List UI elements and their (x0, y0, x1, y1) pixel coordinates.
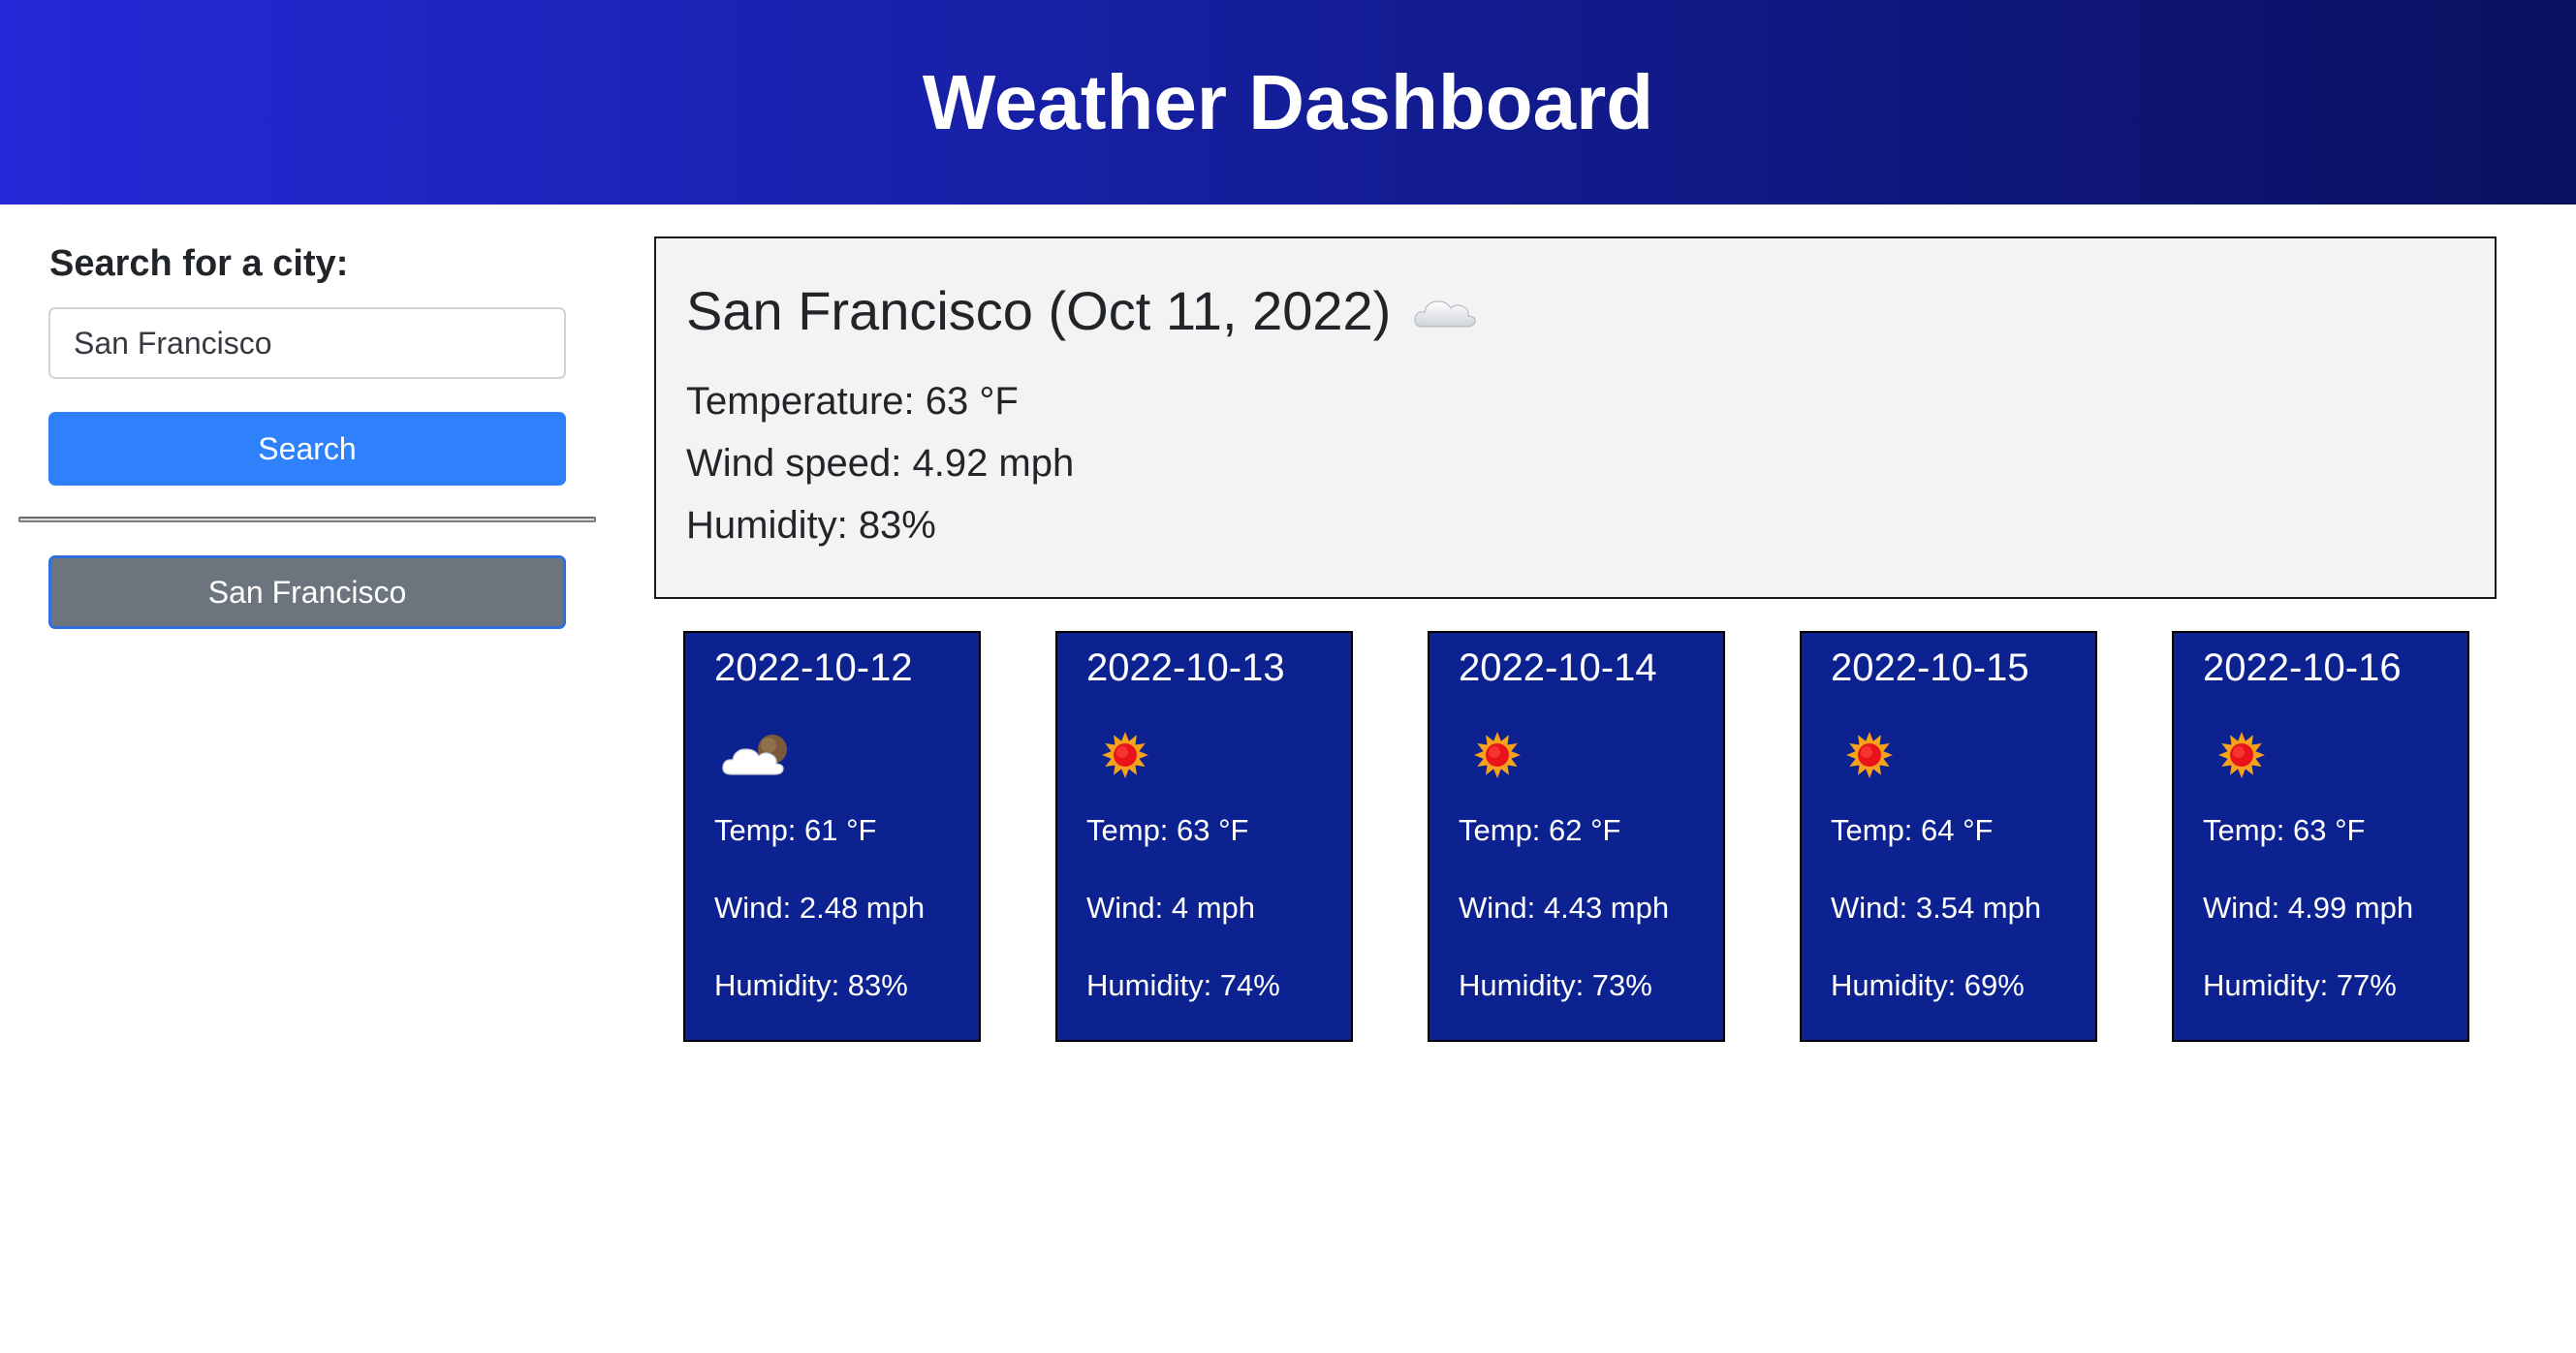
sidebar-divider (18, 517, 596, 522)
page-title: Weather Dashboard (922, 58, 1654, 145)
forecast-wind: Wind: 2.48 mph (714, 891, 926, 925)
sun-icon (1474, 732, 1521, 778)
forecast-wind: Wind: 4 mph (1086, 891, 1256, 925)
partly-cloudy-icon (722, 735, 787, 775)
forecast-card: 2022-10-15 Temp: 64 °F Wind: 3.54 mph Humid… (1800, 631, 2097, 1042)
current-temperature: Temperature: 63 °F (686, 380, 1019, 423)
forecast-date: 2022-10-16 (2203, 646, 2402, 689)
forecast-wind: Wind: 4.99 mph (2203, 891, 2414, 925)
forecast-humidity: Humidity: 69% (1831, 968, 2025, 1002)
city-search-input[interactable] (48, 307, 566, 379)
forecast-temp: Temp: 63 °F (2203, 813, 2366, 847)
forecast-temp: Temp: 62 °F (1459, 813, 1621, 847)
page-header: Weather Dashboard (0, 0, 2576, 205)
forecast-humidity: Humidity: 83% (714, 968, 908, 1002)
forecast-temp: Temp: 64 °F (1831, 813, 1994, 847)
forecast-date: 2022-10-12 (714, 646, 913, 689)
current-city-date: San Francisco (Oct 11, 2022) (686, 280, 1392, 341)
forecast-temp: Temp: 63 °F (1086, 813, 1249, 847)
forecast-wind: Wind: 3.54 mph (1831, 891, 2042, 925)
forecast-humidity: Humidity: 77% (2203, 968, 2397, 1002)
forecast-wind: Wind: 4.43 mph (1459, 891, 1670, 925)
forecast-card: 2022-10-13 Temp: 63 °F Wind: 4 mph Humidity… (1055, 631, 1353, 1042)
forecast-temp: Temp: 61 °F (714, 813, 877, 847)
history-city-button[interactable]: San Francisco (48, 555, 566, 629)
forecast-humidity: Humidity: 74% (1086, 968, 1280, 1002)
forecast-card: 2022-10-16 Temp: 63 °F Wind: 4.99 mph Humid… (2172, 631, 2469, 1042)
forecast-date: 2022-10-15 (1831, 646, 2029, 689)
forecast-card: 2022-10-14 Temp: 62 °F Wind: 4.43 mph Humid… (1428, 631, 1725, 1042)
current-humidity: Humidity: 83% (686, 504, 936, 547)
forecast-card: 2022-10-12 Temp: 61 °F Wind: 2.48 mph Humid… (683, 631, 981, 1042)
forecast-humidity: Humidity: 73% (1459, 968, 1652, 1002)
current-weather-panel: San Francisco (Oct 11, 2022) Temperature… (654, 236, 2497, 599)
forecast-date: 2022-10-13 (1086, 646, 1285, 689)
search-button[interactable]: Search (48, 412, 566, 486)
current-wind-speed: Wind speed: 4.92 mph (686, 442, 1075, 485)
sun-icon (1102, 732, 1148, 778)
sun-icon (1846, 732, 1893, 778)
forecast-date: 2022-10-14 (1459, 646, 1657, 689)
sun-icon (2218, 732, 2265, 778)
search-label: Search for a city: (49, 243, 349, 284)
current-weather-heading: San Francisco (Oct 11, 2022) (686, 279, 1480, 342)
cloud-icon (1414, 299, 1477, 328)
